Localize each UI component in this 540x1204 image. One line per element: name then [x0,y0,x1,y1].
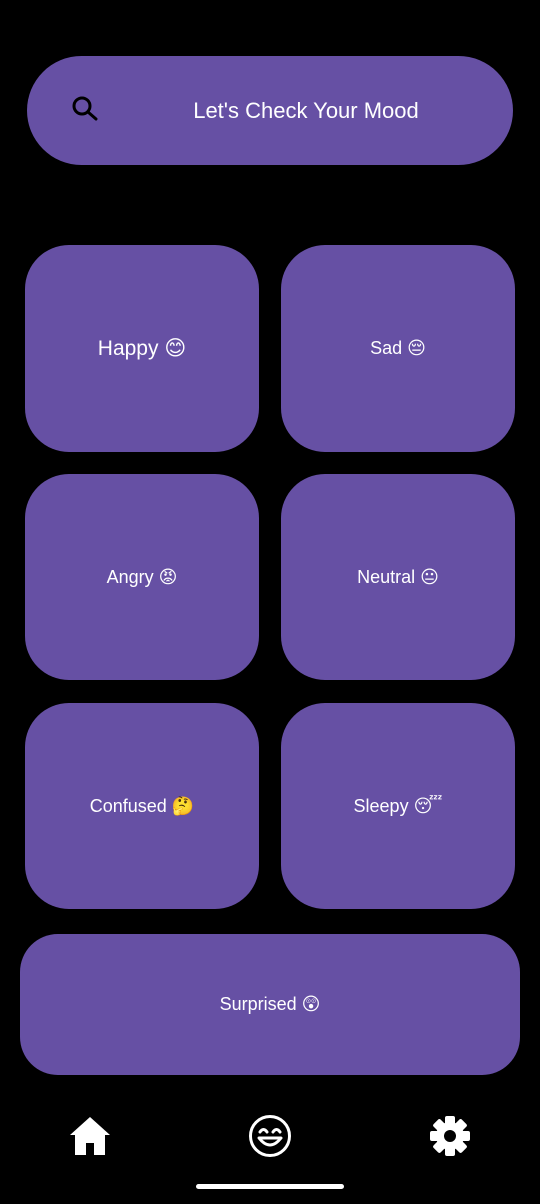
nav-home-button[interactable] [66,1112,114,1160]
mood-label: Sad 😔 [370,338,426,358]
search-icon[interactable] [69,94,101,126]
mood-card-surprised[interactable]: Surprised 😲 [20,934,520,1075]
mood-card-confused[interactable]: Confused 🤔 [25,703,259,909]
mood-label: Surprised 😲 [219,994,321,1014]
mood-label: Neutral 😐 [357,566,439,587]
nav-settings-button[interactable] [426,1112,474,1160]
home-indicator[interactable] [196,1184,344,1189]
smiley-icon [249,1115,291,1157]
page-title: Let's Check Your Mood [193,97,419,123]
mood-label: Sleepy 😴 [353,795,443,816]
mood-label: Happy 😊 [97,337,187,360]
mood-card-neutral[interactable]: Neutral 😐 [281,474,515,680]
search-bar[interactable]: Let's Check Your Mood [27,56,513,165]
mood-label: Confused 🤔 [89,795,195,816]
home-icon [70,1117,110,1155]
mood-card-happy[interactable]: Happy 😊 [25,245,259,452]
mood-card-sad[interactable]: Sad 😔 [281,245,515,452]
mood-label: Angry 😡 [106,566,178,587]
mood-card-sleepy[interactable]: Sleepy 😴 [281,703,515,909]
bottom-navigation [0,1100,540,1174]
gear-icon [430,1116,470,1156]
nav-mood-button[interactable] [246,1112,294,1160]
mood-card-angry[interactable]: Angry 😡 [25,474,259,680]
